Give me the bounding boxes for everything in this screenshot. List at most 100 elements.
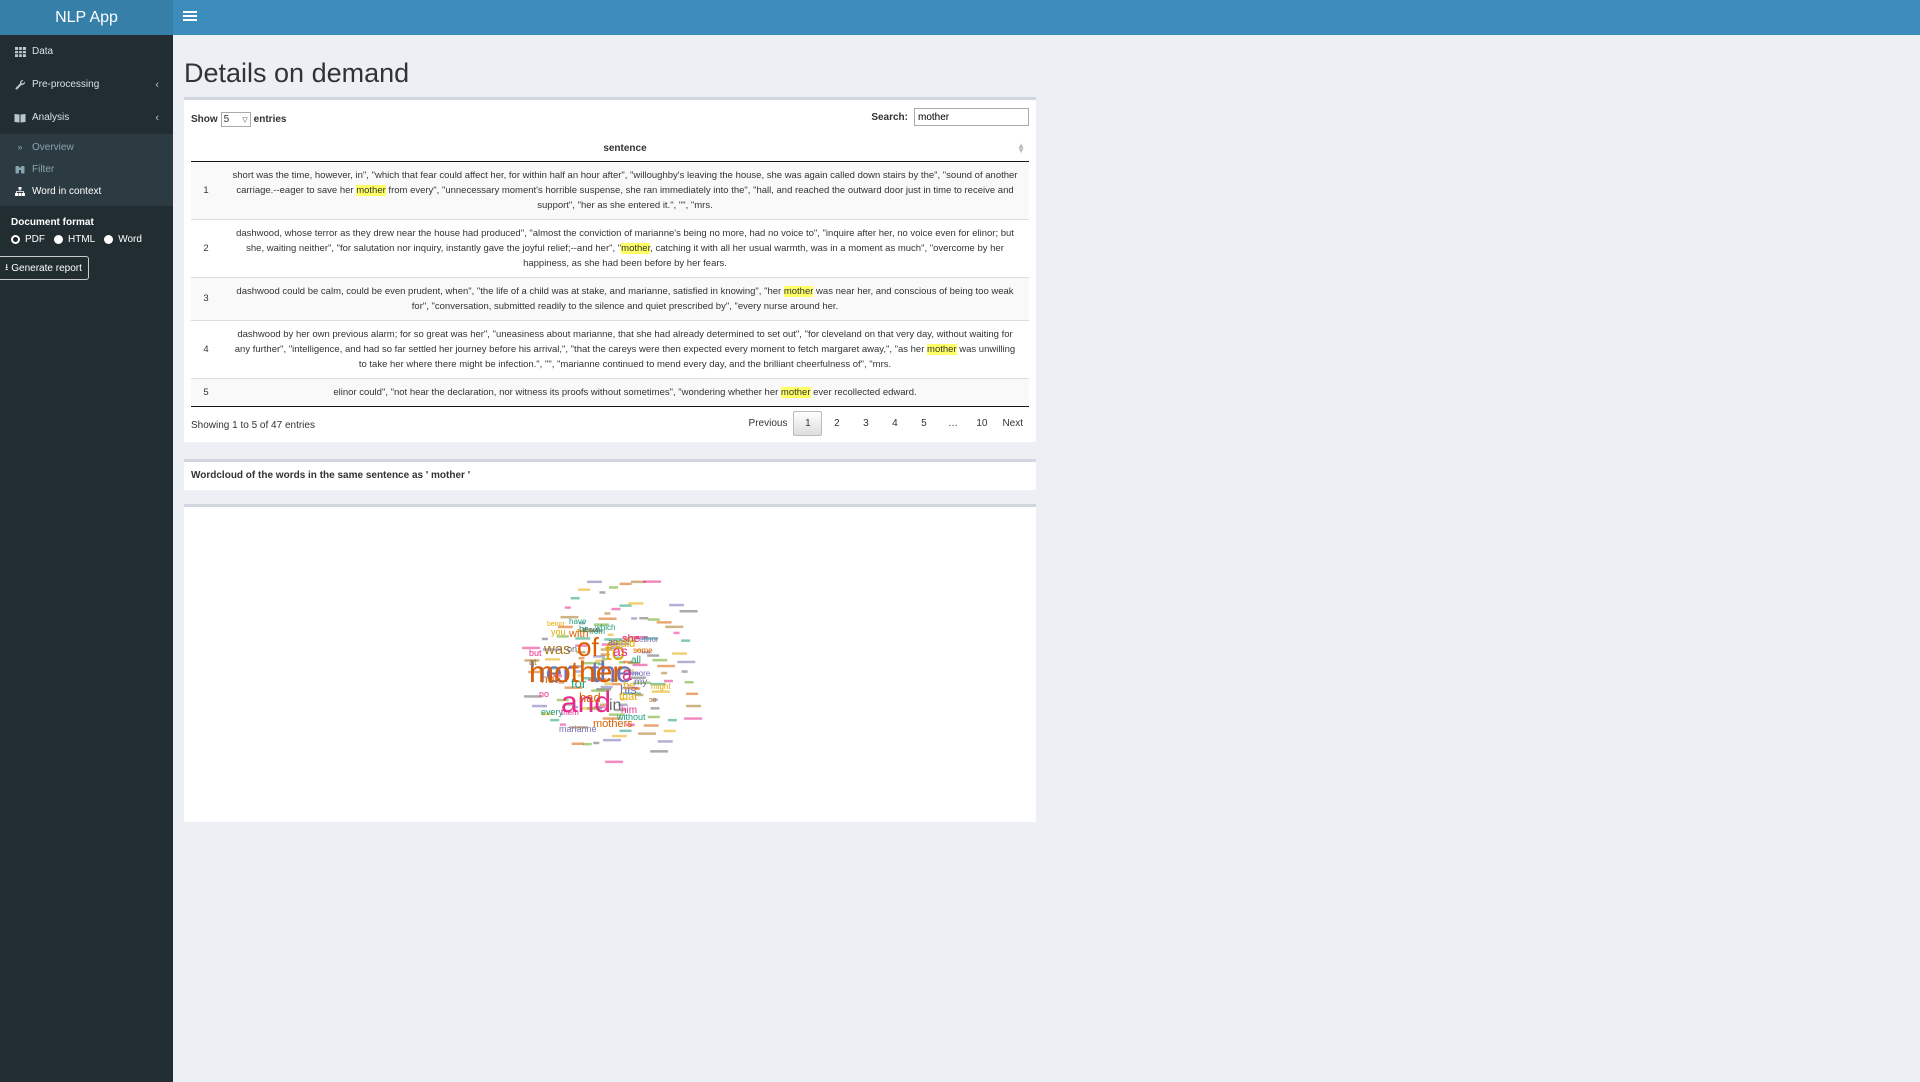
pagination-ellipsis: … <box>947 418 958 429</box>
wordcloud-minor-word <box>599 591 606 594</box>
table-header-sentence[interactable]: sentence ▲ ▼ <box>221 136 1029 162</box>
pagination-next[interactable]: Next <box>996 411 1029 436</box>
page-title: Details on demand <box>184 58 410 88</box>
pagination-page-3[interactable]: 3 <box>851 411 880 436</box>
wordcloud-word: mother <box>529 656 622 689</box>
show-label: Show <box>191 114 218 125</box>
binoculars-icon <box>15 165 25 174</box>
wordcloud-minor-word <box>598 617 617 620</box>
wordcloud: her theandof towasainhisashadfor bethatshew… <box>522 580 703 764</box>
wordcloud-minor-word <box>609 586 618 589</box>
table-row[interactable]: 4 dashwood by her own previous alarm; fo… <box>191 319 1029 378</box>
download-icon: ⭳ <box>5 262 9 272</box>
wordcloud-minor-word <box>643 724 659 727</box>
wordcloud-minor-word <box>661 671 668 675</box>
sort-icon: ▲ ▼ <box>1017 141 1025 155</box>
sidebar-item-pre-processing[interactable]: Pre-processing ‹ <box>0 68 173 101</box>
wordcloud-word: some <box>633 646 653 655</box>
row-number: 2 <box>191 218 221 277</box>
sentence-cell: elinor could", "not hear the declaration… <box>221 377 1029 407</box>
document-format-radio-group: PDF HTML Word <box>11 234 173 245</box>
wordcloud-minor-word <box>611 734 627 738</box>
format-radio-pdf[interactable]: PDF <box>11 234 45 245</box>
details-table-box: Show 5▽ entries Search: sentence▲▼ 1 sho… <box>184 97 1036 442</box>
row-number: 1 <box>191 160 221 219</box>
wordcloud-minor-word <box>684 681 694 684</box>
sentence-cell: short was the time, however, in", "which… <box>221 160 1029 219</box>
table-row[interactable]: 3 dashwood could be calm, could be even … <box>191 276 1029 320</box>
entries-select-value: 5 <box>223 114 230 125</box>
wordcloud-minor-word <box>541 637 548 641</box>
radio-label: HTML <box>68 234 96 245</box>
pagination-page-2[interactable]: 2 <box>822 411 851 436</box>
sidebar-toggle-icon[interactable] <box>183 9 197 25</box>
wordcloud-word: being <box>547 621 564 628</box>
table-row[interactable]: 2 dashwood, whose terror as they drew ne… <box>191 218 1029 277</box>
search-highlight: mother <box>356 184 386 196</box>
row-number: 3 <box>191 276 221 320</box>
table-length-control: Show 5 ▽ entries <box>191 112 286 127</box>
sentence-cell: dashwood, whose terror as they drew near… <box>221 218 1029 277</box>
chevron-down-icon: ▽ <box>242 116 248 124</box>
pagination-previous[interactable]: Previous <box>743 411 794 436</box>
wordcloud-minor-word <box>611 607 621 611</box>
sidebar-item-analysis[interactable]: Analysis ‹ <box>0 101 173 134</box>
wordcloud-minor-word <box>673 631 680 635</box>
sidebar-item-label: Pre-processing <box>32 79 100 90</box>
table-row[interactable]: 1 short was the time, however, in", "whi… <box>191 160 1029 219</box>
wordcloud-word: more <box>632 669 651 678</box>
pagination-page-4[interactable]: 4 <box>880 411 909 436</box>
radio-label: Word <box>118 234 142 245</box>
entries-label: entries <box>253 114 287 125</box>
wordcloud-minor-word <box>550 718 560 722</box>
row-number: 4 <box>191 319 221 378</box>
pagination-page-5[interactable]: 5 <box>909 411 938 436</box>
generate-report-button[interactable]: ⭳ Generate report <box>0 256 89 280</box>
table-header-index <box>191 136 221 162</box>
wordcloud-minor-word <box>663 729 676 733</box>
wordcloud-minor-word <box>582 742 592 746</box>
wordcloud-minor-word <box>638 732 656 735</box>
wordcloud-minor-word <box>652 658 668 662</box>
table-row[interactable]: 5 elinor could", "not hear the declarati… <box>191 377 1029 407</box>
wordcloud-minor-word <box>681 639 691 642</box>
app-logo[interactable]: NLP App <box>0 0 173 35</box>
table-info: Showing 1 to 5 of 47 entries <box>191 420 315 431</box>
column-header-label: sentence <box>603 142 647 154</box>
wordcloud-word: you <box>551 627 566 637</box>
wordcloud-minor-word <box>672 652 687 655</box>
sidebar: Data Pre-processing ‹ Analysis ‹ » Overv… <box>0 35 173 1082</box>
sidebar-subitem-overview[interactable]: » Overview <box>0 136 173 158</box>
wordcloud-minor-word <box>587 580 602 584</box>
sidebar-subitem-label: Overview <box>32 141 74 153</box>
sidebar-item-data[interactable]: Data <box>0 35 173 68</box>
wordcloud-word: on <box>567 644 577 654</box>
pagination-page-1[interactable]: 1 <box>793 411 823 436</box>
sidebar-subitem-label: Filter <box>32 163 55 175</box>
search-input[interactable] <box>914 108 1029 126</box>
search-highlight: mother <box>927 343 957 355</box>
wordcloud-minor-word <box>639 617 649 620</box>
format-radio-html[interactable]: HTML <box>54 234 95 245</box>
angle-double-right-icon: » <box>17 142 23 152</box>
analysis-submenu: » Overview Filter Word in context <box>0 134 173 206</box>
wordcloud-minor-word <box>684 717 703 720</box>
wordcloud-minor-word <box>643 580 662 583</box>
wordcloud-word: no <box>539 689 549 699</box>
sidebar-subitem-word-in-context[interactable]: Word in context <box>0 180 173 202</box>
search-highlight: mother <box>780 386 811 398</box>
wordcloud-minor-word <box>681 670 688 673</box>
wordcloud-minor-word <box>571 742 584 745</box>
app-title: NLP App <box>55 8 118 26</box>
document-format-label: Document format <box>11 217 94 228</box>
entries-select[interactable]: 5 ▽ <box>220 112 251 127</box>
pagination-page-10[interactable]: 10 <box>967 411 996 436</box>
sidebar-subitem-filter[interactable]: Filter <box>0 158 173 180</box>
wordcloud-minor-word <box>619 582 632 586</box>
wordcloud-word: marianne <box>559 724 597 734</box>
wordcloud-minor-word <box>679 610 698 613</box>
row-number: 5 <box>191 377 221 407</box>
format-radio-word[interactable]: Word <box>104 234 142 245</box>
wordcloud-minor-word <box>647 715 660 719</box>
wrench-icon <box>14 79 26 91</box>
